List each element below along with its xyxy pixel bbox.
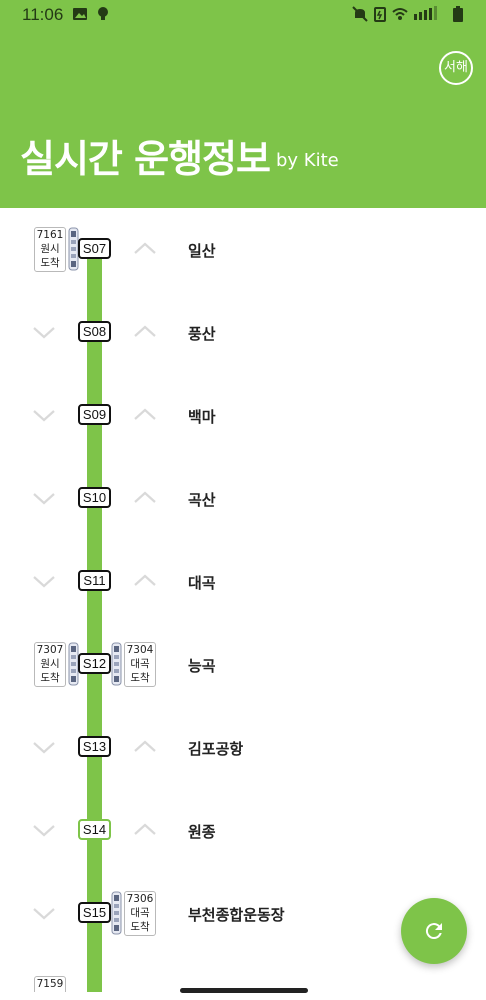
chevron-up-icon[interactable] [131,816,159,844]
station-code-badge: S10 [78,487,111,508]
station-code-badge: S11 [78,570,111,591]
station-code-badge: S13 [78,736,111,757]
train-number: 7159 [36,978,64,990]
chevron-up-icon[interactable] [131,484,159,512]
train-status: 도착 [40,257,60,269]
chevron-up-icon[interactable] [131,401,159,429]
chevron-up-icon[interactable] [131,567,159,595]
station-row[interactable]: 7161 원시도착 S07 일산 [0,208,486,291]
refresh-button[interactable] [401,898,467,964]
train-number: 7306 [126,893,154,905]
train-info-tag[interactable]: 7161 원시도착 [34,227,66,272]
station-row[interactable]: S08 풍산 [0,291,486,374]
station-name[interactable]: 풍산 [188,323,216,344]
status-bar: 11:06 [0,0,486,30]
gesture-nav-handle[interactable] [180,988,308,993]
chevron-down-icon[interactable] [30,733,58,761]
chevron-down-icon[interactable] [30,484,58,512]
battery-icon [453,6,463,22]
train-dest: 대곡 [130,658,150,670]
station-code-badge: S08 [78,321,111,342]
station-name[interactable]: 백마 [188,406,216,427]
battery-saver-icon [374,7,386,22]
station-name[interactable]: 능곡 [188,655,216,676]
station-code-badge: S07 [78,238,111,259]
station-row[interactable]: S14 원종 [0,789,486,872]
train-dest: 대곡 [130,907,150,919]
train-status: 도착 [130,672,150,684]
train-number: 7304 [126,644,154,656]
station-row[interactable]: S09 백마 [0,374,486,457]
station-row[interactable]: S13 김포공항 [0,706,486,789]
train-dest: 원시 [40,243,60,255]
train-info-tag[interactable]: 7306 대곡도착 [124,891,156,936]
station-row[interactable]: S10 곡산 [0,457,486,540]
train-info-tag[interactable]: 7304 대곡도착 [124,642,156,687]
station-name[interactable]: 원종 [188,821,216,842]
train-info-tag[interactable]: 7159 [34,976,66,992]
station-row[interactable]: S11 대곡 [0,540,486,623]
status-time: 11:06 [22,5,64,24]
signal-icon [414,6,437,20]
station-name[interactable]: 김포공항 [188,738,243,759]
train-info-tag[interactable]: 7307 원시도착 [34,642,66,687]
train-icon [111,891,122,935]
page-title: 실시간 운행정보 [20,137,271,181]
page-subtitle: by Kite [276,150,339,171]
station-name[interactable]: 부천종합운동장 [188,904,285,925]
station-code-badge: S12 [78,653,111,674]
chevron-down-icon[interactable] [30,318,58,346]
train-status: 도착 [130,921,150,933]
mute-icon [352,6,368,22]
station-list[interactable]: 7161 원시 도착 S07 일산 S08 풍산 S09 백마 S10 곡산 S11 대곡 7307 원시 도… [0,208,486,992]
wifi-icon [392,8,408,20]
train-number: 7161 [36,229,64,241]
chevron-down-icon[interactable] [30,816,58,844]
chevron-up-icon[interactable] [131,733,159,761]
station-name[interactable]: 일산 [188,240,216,261]
station-name[interactable]: 곡산 [188,489,216,510]
chevron-down-icon[interactable] [30,899,58,927]
train-status: 도착 [40,672,60,684]
train-icon [111,642,122,686]
station-row[interactable]: 7307 원시도착 7304 대곡도착 S12 능곡 [0,623,486,706]
train-number: 7307 [36,644,64,656]
chevron-down-icon[interactable] [30,567,58,595]
app-header: 실시간 운행정보 by Kite [0,30,486,208]
station-code-badge: S09 [78,404,111,425]
refresh-icon [425,923,442,940]
station-name[interactable]: 대곡 [188,572,216,593]
station-code-badge: S14 [78,819,111,840]
station-code-badge: S15 [78,902,111,923]
train-dest: 원시 [40,658,60,670]
bulb-icon [98,7,108,20]
image-icon [73,8,87,20]
line-toggle-button[interactable]: 서해 [439,51,473,85]
chevron-up-icon[interactable] [131,318,159,346]
chevron-down-icon[interactable] [30,401,58,429]
chevron-up-icon[interactable] [131,235,159,263]
